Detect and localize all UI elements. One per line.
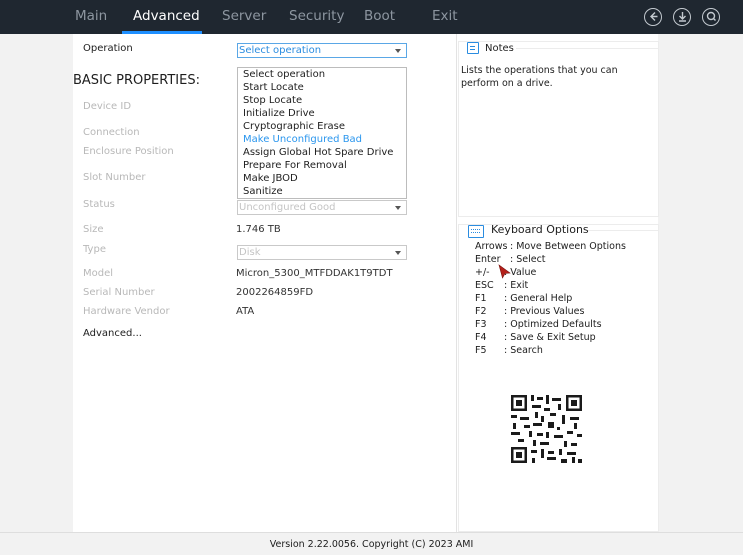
kb-desc: : Save & Exit Setup <box>504 332 596 343</box>
advanced-link[interactable]: Advanced... <box>83 328 142 339</box>
hardware-vendor-value: ATA <box>236 306 255 317</box>
status-select[interactable]: Unconfigured Good <box>237 200 407 215</box>
footer: Version 2.22.0056. Copyright (C) 2023 AM… <box>0 532 743 555</box>
top-nav-bar: Main Advanced Server Security Boot Exit <box>0 0 743 34</box>
dropdown-option[interactable]: Prepare For Removal <box>243 160 347 171</box>
kb-desc: : General Help <box>504 293 573 304</box>
enclosure-position-label: Enclosure Position <box>83 146 174 157</box>
keyboard-options-title: Keyboard Options <box>491 223 589 236</box>
operation-dropdown-list: Select operation Start Locate Stop Locat… <box>237 67 407 199</box>
notes-title: Notes <box>485 43 514 54</box>
kb-desc: : Select <box>510 254 546 265</box>
status-select-value: Unconfigured Good <box>239 202 336 213</box>
dropdown-option[interactable]: Initialize Drive <box>243 108 315 119</box>
dropdown-option[interactable]: Sanitize <box>243 186 283 197</box>
kb-desc: : Move Between Options <box>510 241 626 252</box>
chevron-down-icon <box>395 206 401 210</box>
serial-number-value: 2002264859FD <box>236 287 314 298</box>
dropdown-option[interactable]: Start Locate <box>243 82 304 93</box>
kb-key: F1 <box>475 293 487 304</box>
tab-advanced[interactable]: Advanced <box>133 0 200 34</box>
tab-exit[interactable]: Exit <box>432 0 458 34</box>
size-label: Size <box>83 224 104 235</box>
dropdown-option[interactable]: Assign Global Hot Spare Drive <box>243 147 393 158</box>
kb-key: F2 <box>475 306 487 317</box>
dropdown-option[interactable]: Stop Locate <box>243 95 302 106</box>
keyboard-options-divider <box>587 230 659 231</box>
version-text: Version 2.22.0056. Copyright (C) 2023 AM… <box>269 539 474 550</box>
kb-desc: : Optimized Defaults <box>504 319 602 330</box>
size-value: 1.746 TB <box>236 224 281 235</box>
dropdown-option-highlighted[interactable]: Make Unconfigured Bad <box>243 134 362 145</box>
tab-security[interactable]: Security <box>289 0 344 34</box>
tab-boot[interactable]: Boot <box>364 0 395 34</box>
tab-main[interactable]: Main <box>75 0 107 34</box>
kb-key: +/- <box>475 267 490 278</box>
chevron-down-icon <box>395 49 401 53</box>
kb-key: F3 <box>475 319 487 330</box>
qr-code <box>504 387 590 469</box>
notes-divider <box>516 48 659 49</box>
serial-number-label: Serial Number <box>83 287 155 298</box>
kb-key: ESC <box>475 280 494 291</box>
search-icon[interactable] <box>702 8 720 26</box>
kb-key: F5 <box>475 345 487 356</box>
download-icon[interactable] <box>673 8 691 26</box>
notes-icon <box>467 42 479 54</box>
type-select[interactable]: Disk <box>237 245 407 260</box>
kb-desc: : Search <box>504 345 543 356</box>
operation-label: Operation <box>83 43 133 54</box>
operation-select-value: Select operation <box>239 45 322 56</box>
dropdown-option[interactable]: Make JBOD <box>243 173 298 184</box>
kb-key: Arrows <box>475 241 508 252</box>
panel-divider <box>456 34 457 532</box>
keyboard-icon <box>468 225 484 238</box>
tab-server[interactable]: Server <box>222 0 266 34</box>
operation-select[interactable]: Select operation <box>237 43 407 58</box>
connection-label: Connection <box>83 127 140 138</box>
dropdown-option[interactable]: Select operation <box>243 69 325 80</box>
back-icon[interactable] <box>644 8 662 26</box>
kb-key: Enter <box>475 254 501 265</box>
dropdown-option[interactable]: Cryptographic Erase <box>243 121 345 132</box>
hardware-vendor-label: Hardware Vendor <box>83 306 170 317</box>
mouse-cursor-icon <box>498 264 512 284</box>
model-label: Model <box>83 268 114 279</box>
chevron-down-icon <box>395 251 401 255</box>
section-title: BASIC PROPERTIES: <box>73 73 200 88</box>
slot-number-label: Slot Number <box>83 172 146 183</box>
model-value: Micron_5300_MTFDDAK1T9TDT <box>236 268 393 279</box>
status-label: Status <box>83 199 115 210</box>
type-select-value: Disk <box>239 247 261 258</box>
type-label: Type <box>83 244 106 255</box>
kb-key: F4 <box>475 332 487 343</box>
device-id-label: Device ID <box>83 101 132 112</box>
notes-text: Lists the operations that you can perfor… <box>461 65 618 89</box>
kb-desc: : Previous Values <box>504 306 585 317</box>
